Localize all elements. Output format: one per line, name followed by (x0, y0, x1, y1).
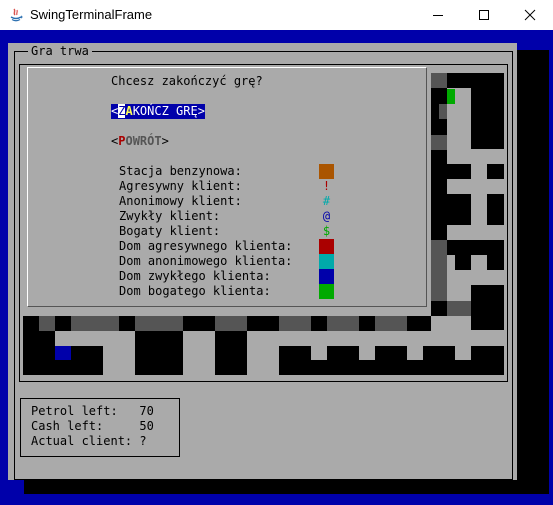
end-game-bracket-right: > (197, 104, 205, 118)
map-sidewalk (455, 346, 471, 360)
title-bar: SwingTerminalFrame (0, 0, 553, 30)
legend-swatch (319, 269, 334, 284)
maximize-icon (479, 10, 489, 20)
legend-swatch (319, 284, 334, 299)
legend-swatch (319, 239, 334, 254)
map-road (215, 331, 247, 375)
window-title: SwingTerminalFrame (30, 7, 153, 22)
map-road (447, 73, 504, 88)
legend-label: Zwykły klient: (119, 209, 221, 223)
map-sidewalk (407, 346, 423, 360)
cash-left: Cash left: 50 (31, 419, 154, 433)
window-shadow-right (517, 50, 549, 494)
map-wall (327, 316, 359, 331)
map-sidewalk (359, 346, 375, 360)
legend-label: Dom agresywnego klienta: (119, 239, 293, 253)
legend-symbol: ! (322, 179, 331, 193)
rich-client-house (447, 89, 455, 104)
map-wall (431, 240, 447, 301)
map-road (487, 255, 504, 270)
legend-label: Agresywny klient: (119, 179, 242, 193)
actual-client: Actual client: ? (31, 434, 147, 448)
end-game-hotkey: A (125, 104, 133, 118)
map-road (471, 88, 504, 149)
map-wall (447, 301, 471, 316)
game-window-title: Gra trwa (28, 44, 92, 59)
legend-symbol: @ (322, 209, 331, 223)
legend-label: Stacja benzynowa: (119, 164, 242, 178)
minimize-button[interactable] (415, 0, 461, 30)
map-road (447, 240, 504, 255)
map-wall (215, 316, 247, 331)
map-wall (375, 316, 407, 331)
map-wall (71, 316, 119, 331)
legend-symbol: $ (322, 224, 331, 238)
dialog-question: Chcesz zakończyć grę? (111, 74, 263, 88)
legend-label: Dom bogatego klienta: (119, 284, 271, 298)
normal-client-house (55, 346, 71, 360)
close-icon (524, 9, 536, 21)
window-shadow-bottom (24, 480, 549, 494)
map-road (455, 255, 471, 270)
map-wall (431, 73, 447, 88)
petrol-left: Petrol left: 70 (31, 404, 154, 418)
map-wall (39, 316, 55, 331)
legend-swatch (319, 164, 334, 179)
back-button[interactable]: <POWRÓT> (111, 134, 169, 149)
map-road (439, 164, 447, 225)
maximize-button[interactable] (461, 0, 507, 30)
map-road (487, 164, 504, 179)
map-wall (439, 104, 447, 119)
legend-label: Bogaty klient: (119, 224, 221, 238)
end-game-label: KOŃCZ GRĘ (132, 104, 198, 118)
end-game-button[interactable]: <ZAKOŃCZ GRĘ> (111, 104, 205, 119)
map-road (447, 164, 471, 179)
minimize-icon (433, 15, 443, 16)
map-road (135, 331, 183, 375)
map-wall (135, 316, 183, 331)
map-road (471, 285, 504, 330)
map-road (487, 194, 504, 225)
legend-symbol: # (322, 194, 331, 208)
map-road (447, 194, 471, 225)
legend-label: Anonimowy klient: (119, 194, 242, 208)
legend-label: Dom anonimowego klienta: (119, 254, 293, 268)
map-wall (279, 316, 311, 331)
close-button[interactable] (507, 0, 553, 30)
legend-swatch (319, 254, 334, 269)
legend-label: Dom zwykłego klienta: (119, 269, 271, 283)
back-label: OWRÓT (125, 134, 162, 148)
map-sidewalk (311, 346, 327, 360)
map-wall (431, 135, 447, 150)
java-app-icon (10, 8, 23, 22)
map-road (23, 331, 55, 375)
back-bracket-right: > (161, 134, 169, 148)
